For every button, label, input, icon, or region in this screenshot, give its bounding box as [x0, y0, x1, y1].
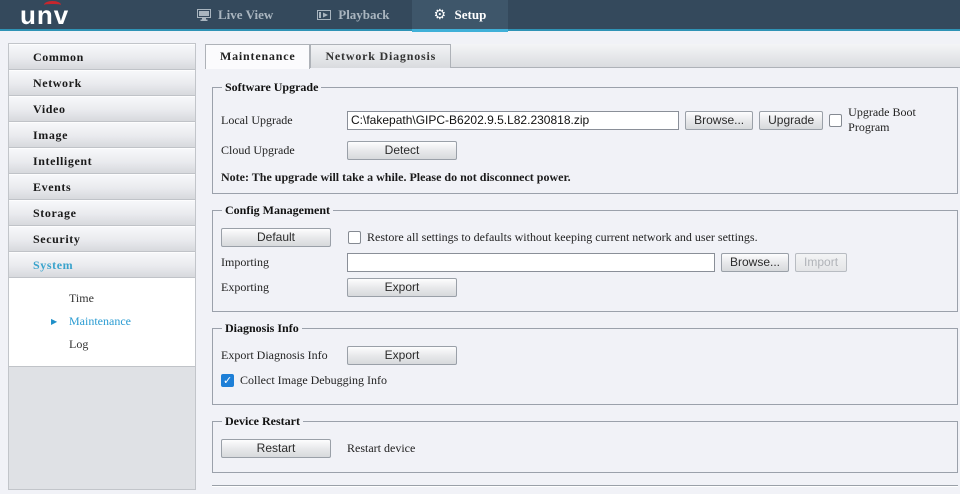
sidebar-item-image[interactable]: Image — [9, 122, 195, 148]
sidebar-item-system[interactable]: System — [9, 252, 195, 278]
local-upgrade-label: Local Upgrade — [221, 113, 347, 128]
sidebar-item-network[interactable]: Network — [9, 70, 195, 96]
browse-local-button[interactable]: Browse... — [685, 111, 753, 130]
sidebar-item-events[interactable]: Events — [9, 174, 195, 200]
submenu-item-maintenance[interactable]: ▶ Maintenance — [9, 310, 195, 333]
exporting-label: Exporting — [221, 280, 347, 295]
nav-setup-label: Setup — [455, 7, 487, 23]
playback-icon — [317, 9, 331, 21]
settings-sidebar: Common Network Video Image Intelligent E… — [8, 43, 196, 490]
tab-network-diagnosis[interactable]: Network Diagnosis — [310, 44, 451, 68]
unv-logo: unv — [20, 2, 90, 28]
restart-button[interactable]: Restart — [221, 439, 331, 458]
importing-input[interactable] — [347, 253, 715, 272]
submenu-item-maintenance-label: Maintenance — [69, 314, 131, 328]
main-nav: Live View Playback ⚙ Setup — [175, 0, 508, 30]
collect-image-debugging-label: Collect Image Debugging Info — [240, 373, 387, 388]
default-button[interactable]: Default — [221, 228, 331, 247]
nav-setup[interactable]: ⚙ Setup — [412, 0, 509, 30]
submenu-item-log[interactable]: Log — [9, 333, 195, 356]
diagnosis-info-section: Diagnosis Info Export Diagnosis Info Exp… — [212, 321, 958, 405]
restore-settings-label: Restore all settings to defaults without… — [367, 230, 758, 245]
footer-divider — [212, 485, 958, 487]
export-diagnosis-label: Export Diagnosis Info — [221, 348, 347, 363]
sidebar-item-intelligent[interactable]: Intelligent — [9, 148, 195, 174]
importing-label: Importing — [221, 255, 347, 270]
upgrade-boot-program-label: Upgrade Boot Program — [848, 105, 949, 135]
device-restart-legend: Device Restart — [222, 414, 303, 429]
main-panel: Maintenance Network Diagnosis Software U… — [205, 44, 960, 494]
logo-red-arc-icon — [44, 1, 61, 9]
import-button[interactable]: Import — [795, 253, 847, 272]
nav-playback-label: Playback — [338, 7, 389, 23]
sidebar-item-security[interactable]: Security — [9, 226, 195, 252]
browse-import-button[interactable]: Browse... — [721, 253, 789, 272]
cloud-upgrade-label: Cloud Upgrade — [221, 143, 347, 158]
collect-image-debugging-checkbox[interactable] — [221, 374, 234, 387]
restore-settings-checkbox[interactable] — [348, 231, 361, 244]
software-upgrade-section: Software Upgrade Local Upgrade Browse...… — [212, 80, 958, 194]
export-config-button[interactable]: Export — [347, 278, 457, 297]
nav-playback[interactable]: Playback — [295, 0, 411, 30]
sidebar-item-common[interactable]: Common — [9, 44, 195, 70]
active-arrow-icon: ▶ — [51, 310, 57, 333]
system-submenu: Time ▶ Maintenance Log — [9, 278, 195, 367]
gear-icon: ⚙ — [434, 9, 448, 21]
top-header: unv Live View Playback ⚙ Setup — [0, 0, 960, 31]
nav-live-view-label: Live View — [218, 7, 273, 23]
sidebar-item-video[interactable]: Video — [9, 96, 195, 122]
diagnosis-info-legend: Diagnosis Info — [222, 321, 302, 336]
submenu-item-time[interactable]: Time — [9, 287, 195, 310]
config-management-legend: Config Management — [222, 203, 333, 218]
content-tabstrip: Maintenance Network Diagnosis — [205, 44, 960, 68]
restart-device-hint: Restart device — [347, 441, 415, 456]
upgrade-button[interactable]: Upgrade — [759, 111, 823, 130]
device-restart-section: Device Restart Restart Restart device — [212, 414, 958, 473]
software-upgrade-legend: Software Upgrade — [222, 80, 321, 95]
local-upgrade-input[interactable] — [347, 111, 679, 130]
nav-live-view[interactable]: Live View — [175, 0, 295, 30]
detect-button[interactable]: Detect — [347, 141, 457, 160]
upgrade-boot-program-checkbox[interactable] — [829, 114, 842, 127]
upgrade-note: Note: The upgrade will take a while. Ple… — [221, 170, 949, 185]
sidebar-item-storage[interactable]: Storage — [9, 200, 195, 226]
tab-maintenance[interactable]: Maintenance — [205, 44, 310, 69]
maintenance-content: Software Upgrade Local Upgrade Browse...… — [205, 68, 960, 494]
config-management-section: Config Management Default Restore all se… — [212, 203, 958, 312]
export-diagnosis-button[interactable]: Export — [347, 346, 457, 365]
monitor-icon — [197, 9, 211, 21]
